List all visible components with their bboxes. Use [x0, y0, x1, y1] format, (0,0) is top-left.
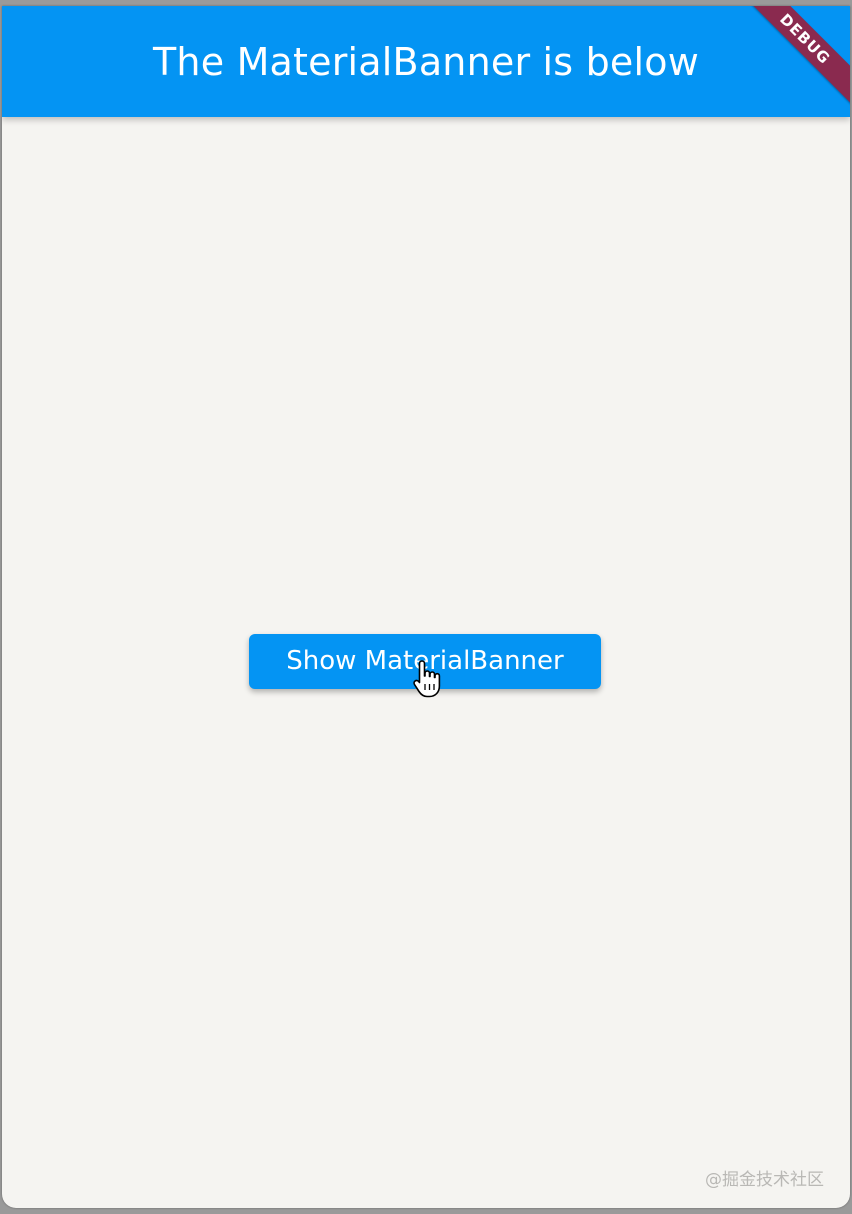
app-bar-title: The MaterialBanner is below [153, 40, 699, 84]
hand-pointer-icon [413, 660, 441, 698]
watermark: @掘金技术社区 [705, 1170, 824, 1190]
app-bar: The MaterialBanner is below [2, 6, 850, 117]
app-window: The MaterialBanner is below DEBUG Show M… [2, 6, 850, 1208]
